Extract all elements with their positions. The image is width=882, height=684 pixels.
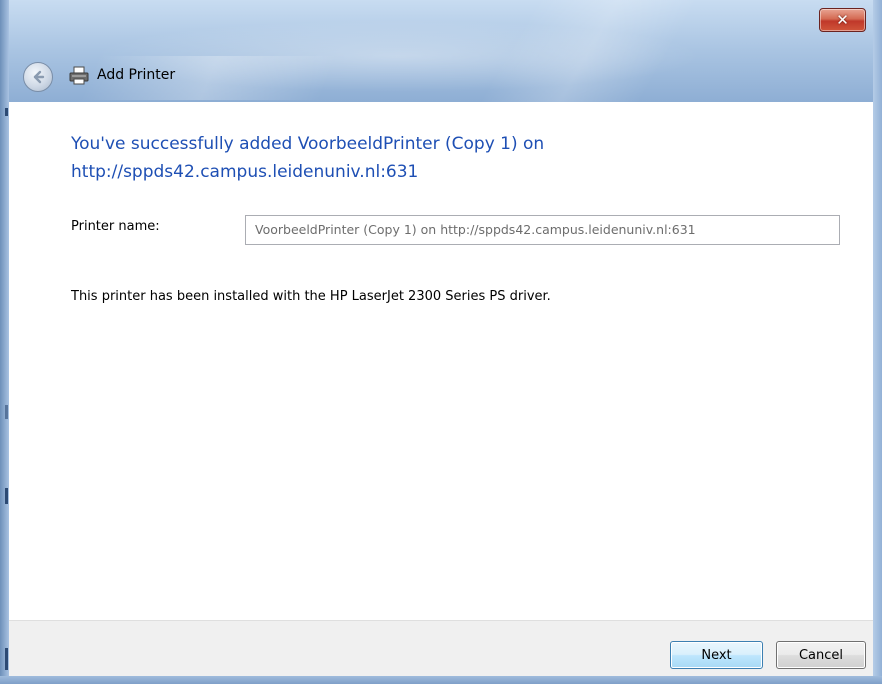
printer-name-label: Printer name: — [71, 219, 160, 234]
success-heading: You've successfully added VoorbeeldPrint… — [71, 130, 791, 186]
title-bar — [9, 0, 873, 102]
next-button[interactable]: Next — [670, 641, 763, 669]
success-heading-line-1: You've successfully added VoorbeeldPrint… — [71, 134, 545, 154]
window-right-border — [873, 0, 882, 684]
window-title: Add Printer — [97, 67, 176, 83]
printer-name-field[interactable]: VoorbeeldPrinter (Copy 1) on http://sppd… — [245, 215, 840, 245]
cancel-button[interactable]: Cancel — [776, 641, 866, 669]
wizard-content: You've successfully added VoorbeeldPrint… — [9, 102, 873, 620]
success-heading-line-2: http://sppds42.campus.leidenuniv.nl:631 — [71, 162, 419, 182]
add-printer-window: ✕ Add Printer You've successfully added … — [0, 0, 882, 684]
back-button[interactable] — [23, 62, 53, 92]
back-arrow-icon — [33, 70, 45, 84]
printer-icon — [69, 66, 89, 85]
driver-installed-message: This printer has been installed with the… — [71, 289, 551, 304]
window-bottom-border — [0, 676, 882, 684]
window-left-border — [0, 0, 9, 684]
close-icon: ✕ — [836, 10, 849, 29]
close-button[interactable]: ✕ — [819, 8, 866, 32]
wizard-footer: Next Cancel — [9, 620, 873, 676]
